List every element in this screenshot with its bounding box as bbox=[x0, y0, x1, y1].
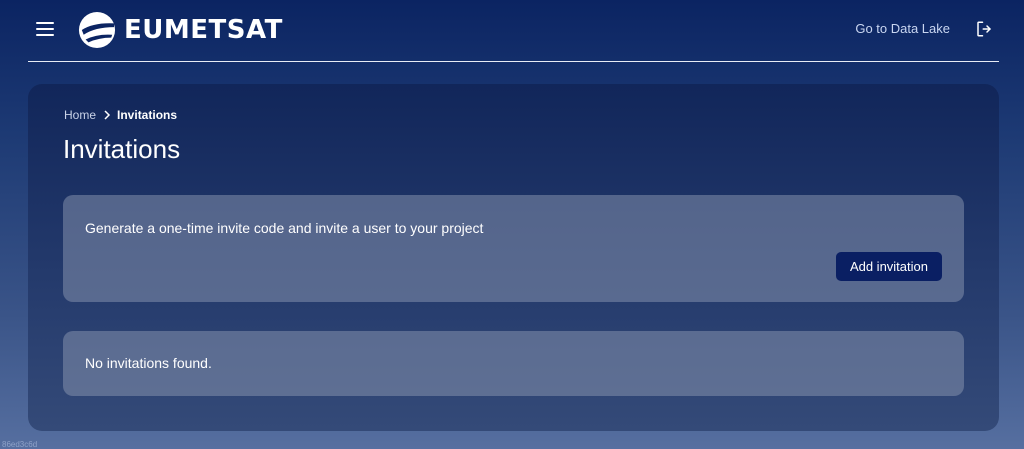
menu-bar bbox=[36, 22, 54, 24]
menu-button[interactable] bbox=[34, 19, 56, 39]
brand-logo[interactable]: EUMETSAT bbox=[78, 10, 283, 50]
top-header: EUMETSAT Go to Data Lake bbox=[28, 0, 999, 62]
go-to-data-lake-link[interactable]: Go to Data Lake bbox=[855, 21, 950, 36]
chevron-right-icon bbox=[104, 110, 111, 120]
logout-icon[interactable] bbox=[975, 20, 993, 38]
invitations-list: No invitations found. bbox=[63, 331, 964, 396]
menu-bar bbox=[36, 34, 54, 36]
breadcrumb-home-link[interactable]: Home bbox=[64, 108, 96, 122]
brand-name: EUMETSAT bbox=[124, 15, 283, 45]
empty-state-message: No invitations found. bbox=[85, 355, 212, 371]
main-panel: Home Invitations Invitations Generate a … bbox=[28, 84, 999, 431]
invite-card: Generate a one-time invite code and invi… bbox=[63, 195, 964, 302]
menu-bar bbox=[36, 28, 54, 30]
breadcrumb-current: Invitations bbox=[117, 108, 178, 122]
invite-description: Generate a one-time invite code and invi… bbox=[85, 220, 484, 236]
eumetsat-logo-icon bbox=[78, 11, 116, 49]
version-label: 86ed3c6d bbox=[2, 440, 38, 449]
breadcrumb: Home Invitations bbox=[64, 108, 177, 122]
add-invitation-button[interactable]: Add invitation bbox=[835, 252, 942, 281]
page-title: Invitations bbox=[63, 134, 181, 164]
